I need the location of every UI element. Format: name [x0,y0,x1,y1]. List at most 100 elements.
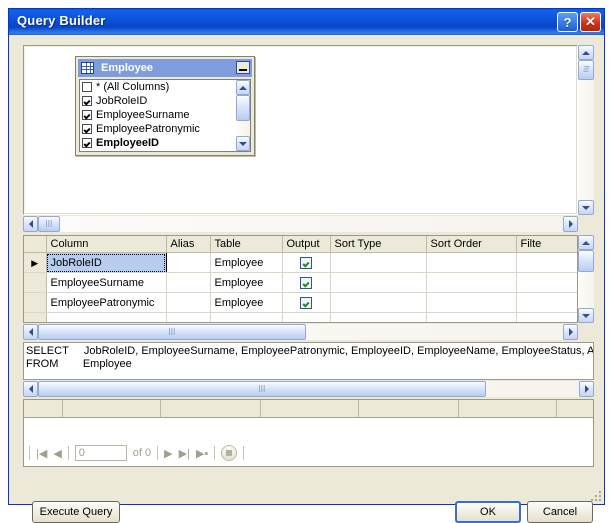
scroll-thumb[interactable]: ||| [38,216,60,232]
cell-table[interactable]: Employee [210,292,283,313]
cancel-button[interactable]: Cancel [527,501,593,523]
sql-horizontal-scrollbar[interactable]: ||| [23,381,594,397]
results-col-5[interactable] [458,400,557,418]
scroll-track[interactable]: ☰ [578,60,594,200]
cell-sort-type[interactable] [330,252,427,273]
table-row[interactable]: EmployeePatronymic Employee [24,292,577,313]
criteria-vertical-scrollbar[interactable] [578,235,594,323]
nav-position-input[interactable]: 0 [74,445,127,461]
scroll-track[interactable]: ||| [38,216,578,232]
cell-sort-order[interactable] [426,252,517,273]
table-row[interactable]: ▶ JobRoleID Employee [24,252,577,273]
cell-sort-order[interactable] [426,272,517,293]
scroll-track[interactable]: ||| [38,381,594,397]
nav-previous-icon[interactable]: ◀ [53,447,61,460]
nav-last-icon[interactable]: ▶| [179,447,190,460]
cell-alias[interactable] [166,252,211,273]
cell-filter[interactable] [516,312,577,322]
cell-table[interactable]: Employee [210,272,283,293]
diagram-horizontal-scrollbar[interactable]: ||| [23,216,578,232]
scroll-thumb[interactable] [236,95,250,121]
minimize-icon[interactable] [236,61,250,74]
cell-alias[interactable] [166,272,211,293]
cell-table[interactable]: Employee [210,252,283,273]
results-col-0[interactable] [24,400,63,418]
list-item[interactable]: EmployeePatronymic [80,122,250,136]
criteria-grid[interactable]: Column Alias Table Output Sort Type Sort… [23,235,578,323]
cell-table[interactable] [210,312,283,322]
scroll-track[interactable] [236,95,250,136]
scroll-down-icon[interactable] [578,308,594,323]
scroll-track[interactable] [578,250,594,308]
table-list-scrollbar[interactable] [236,80,250,151]
scroll-left-icon[interactable] [23,324,38,340]
cell-column[interactable]: JobRoleID [46,252,167,273]
scroll-down-icon[interactable] [578,200,594,215]
cell-alias[interactable] [166,312,211,322]
results-col-6[interactable] [556,400,593,418]
execute-query-button[interactable]: Execute Query [32,501,120,523]
diagram-vertical-scrollbar[interactable]: ☰ [578,45,594,215]
table-box-employee[interactable]: Employee * (All Columns) JobRoleID Emplo… [75,56,255,156]
cell-output[interactable] [282,312,331,322]
sql-text-pane[interactable]: SELECT JobRoleID, EmployeeSurname, Emplo… [23,342,594,380]
cell-sort-type[interactable] [330,272,427,293]
table-row[interactable] [24,312,577,322]
scroll-right-icon[interactable] [563,216,578,232]
scroll-up-icon[interactable] [578,235,594,250]
nav-next-icon[interactable]: ▶ [164,447,172,460]
checkbox-jobroleid[interactable] [82,96,92,106]
scroll-thumb[interactable]: ☰ [578,60,594,80]
cell-filter[interactable] [516,292,577,313]
scroll-thumb[interactable] [578,250,594,272]
cell-alias[interactable] [166,292,211,313]
column-header-table[interactable]: Table [210,236,283,253]
scroll-up-icon[interactable] [578,45,594,60]
list-item[interactable] [80,150,250,151]
nav-add-new-icon[interactable]: ▶▪ [196,447,208,460]
results-col-4[interactable] [358,400,459,418]
cell-sort-type[interactable] [330,292,427,313]
checkbox-employeesurname[interactable] [82,110,92,120]
cell-filter[interactable] [516,252,577,273]
output-checkbox[interactable] [300,296,312,309]
cell-sort-type[interactable] [330,312,427,322]
results-col-2[interactable] [160,400,261,418]
checkbox-employeeid[interactable] [82,138,92,148]
scroll-right-icon[interactable] [563,324,578,340]
list-item[interactable]: * (All Columns) [80,80,250,94]
cell-filter[interactable] [516,272,577,293]
table-row[interactable]: EmployeeSurname Employee [24,272,577,293]
checkbox-all-columns[interactable] [82,82,92,92]
cell-column[interactable] [46,312,167,322]
table-column-list[interactable]: * (All Columns) JobRoleID EmployeeSurnam… [79,79,251,152]
scroll-thumb[interactable]: ||| [38,324,306,340]
list-item[interactable]: JobRoleID [80,94,250,108]
cell-output[interactable] [282,252,331,273]
column-header-filter[interactable]: Filte [516,236,577,253]
scroll-up-icon[interactable] [236,80,250,95]
cell-output[interactable] [282,272,331,293]
results-col-3[interactable] [260,400,359,418]
checkbox-employeepatronymic[interactable] [82,124,92,134]
help-icon[interactable]: ? [557,12,578,32]
column-header-sort-order[interactable]: Sort Order [426,236,517,253]
nav-first-icon[interactable]: |◀ [36,447,47,460]
scroll-left-icon[interactable] [23,381,38,397]
row-marker[interactable]: ▶ [24,252,47,273]
row-marker[interactable] [24,292,47,313]
list-item[interactable]: EmployeeSurname [80,108,250,122]
scroll-track[interactable]: ||| [38,324,578,340]
column-header-output[interactable]: Output [282,236,331,253]
cell-sort-order[interactable] [426,312,517,322]
resize-grip[interactable] [589,489,601,501]
column-header-column[interactable]: Column [46,236,167,253]
criteria-horizontal-scrollbar[interactable]: ||| [23,324,578,340]
table-box-header[interactable]: Employee [78,59,252,77]
row-marker[interactable] [24,312,47,322]
close-icon[interactable]: ✕ [580,12,601,32]
cell-column[interactable]: EmployeePatronymic [46,292,167,313]
cell-output[interactable] [282,292,331,313]
diagram-pane[interactable]: Employee * (All Columns) JobRoleID Emplo… [23,45,578,215]
scroll-down-icon[interactable] [236,136,250,151]
